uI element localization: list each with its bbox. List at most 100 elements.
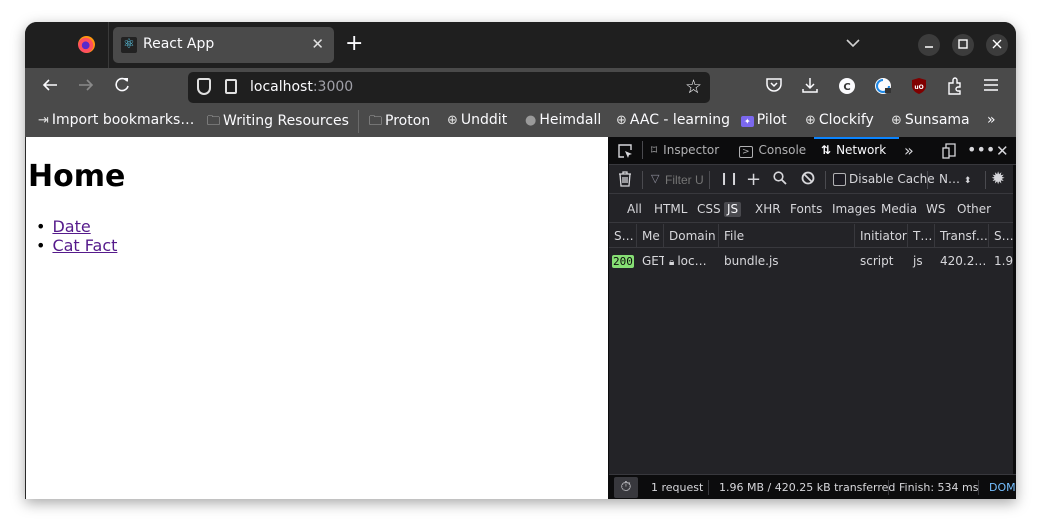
bookmark-clockify[interactable]: ⊕ Clockify <box>805 112 874 128</box>
reload-button[interactable] <box>113 76 131 100</box>
tracking-protection-shield-icon[interactable] <box>197 78 211 95</box>
clear-trash-icon[interactable] <box>618 171 632 191</box>
list-item: Cat Fact <box>51 236 117 255</box>
active-tab-indicator <box>814 137 899 139</box>
select-arrows-icon: ⬍ <box>963 176 972 186</box>
pause-icon[interactable]: ❙❙ <box>719 171 739 185</box>
filter-css[interactable]: CSS <box>694 202 724 217</box>
url-text[interactable]: localhost:3000 <box>250 79 353 95</box>
filter-urls-input[interactable] <box>665 171 719 189</box>
ublock-icon[interactable]: uO <box>909 77 929 97</box>
column-type[interactable]: T… <box>908 224 935 248</box>
cell-domain: 🔒︎ loc… <box>664 249 719 273</box>
firefox-logo-icon[interactable] <box>78 36 95 53</box>
url-host: localhost <box>250 79 313 95</box>
minimize-button[interactable] <box>918 34 940 56</box>
new-tab-button[interactable]: + <box>345 33 363 55</box>
transfer-size: 1.96 MB / 420.25 kB transferred <box>719 481 896 494</box>
tab-network[interactable]: ⇅ Network <box>821 143 886 157</box>
bookmark-proton[interactable]: 🗀 Proton <box>369 112 430 134</box>
column-domain[interactable]: Domain <box>664 224 719 248</box>
footer-separator <box>708 480 709 495</box>
cell-method: GET <box>642 254 664 268</box>
page-info-icon[interactable] <box>225 79 237 94</box>
page-content: Home Date Cat Fact <box>25 137 608 499</box>
more-bookmarks-chevron-icon[interactable]: » <box>987 112 996 128</box>
cell-file: bundle.js <box>724 254 779 268</box>
console-icon: > <box>739 146 753 158</box>
table-row[interactable]: 200 GET 🔒︎ loc… bundle.js script js 420.2… <box>609 249 1016 273</box>
bookmark-pilot[interactable]: ✦ Pilot <box>741 112 787 128</box>
column-transferred[interactable]: Transf… <box>935 224 989 248</box>
url-port: :3000 <box>312 79 354 95</box>
bookmark-star-icon[interactable]: ☆ <box>685 76 702 98</box>
navigation-toolbar: localhost:3000 ☆ C uO <box>25 68 1016 106</box>
url-bar[interactable]: localhost:3000 ☆ <box>188 72 710 103</box>
toolbar-separator <box>825 171 826 189</box>
maximize-button[interactable] <box>952 34 974 56</box>
extensions-puzzle-icon[interactable] <box>945 77 965 97</box>
filter-js[interactable]: JS <box>724 202 742 217</box>
filter-other[interactable]: Other <box>954 202 994 217</box>
download-icon[interactable] <box>800 77 820 97</box>
settings-gear-icon[interactable]: ✹ <box>991 169 1005 189</box>
list-item: Date <box>51 217 117 236</box>
more-options-icon[interactable]: ••• <box>967 140 995 159</box>
add-request-plus-icon[interactable]: + <box>746 169 761 190</box>
finish-time: Finish: 534 ms <box>899 481 979 494</box>
bookmark-unddit[interactable]: ⊕ Unddit <box>447 112 507 128</box>
close-devtools-icon[interactable]: ✕ <box>996 142 1009 160</box>
network-icon: ⇅ <box>821 143 832 157</box>
link-date[interactable]: Date <box>52 217 90 236</box>
close-window-button[interactable] <box>986 34 1008 56</box>
performance-stopwatch-icon[interactable]: ⏱ <box>614 477 638 498</box>
column-status[interactable]: S… <box>609 224 637 248</box>
filter-media[interactable]: Media <box>878 202 920 217</box>
filter-html[interactable]: HTML <box>651 202 690 217</box>
forward-button[interactable] <box>77 76 95 100</box>
filter-images[interactable]: Images <box>829 202 879 217</box>
tab-react-app[interactable]: ⚛ React App ✕ <box>113 27 334 63</box>
heimdall-icon: ● <box>525 113 537 128</box>
close-tab-icon[interactable]: ✕ <box>311 35 324 53</box>
c-extension-icon[interactable]: C <box>837 77 857 97</box>
tab-inspector[interactable]: ⌑ Inspector <box>651 143 719 157</box>
lock-extension-icon[interactable] <box>873 77 893 97</box>
filter-all[interactable]: All <box>624 202 645 217</box>
column-size[interactable]: S… <box>989 224 1016 248</box>
filter-xhr[interactable]: XHR <box>752 202 784 217</box>
bookmark-import[interactable]: ⇥ Import bookmarks… <box>38 112 194 128</box>
bookmark-label: Sunsama <box>904 112 970 128</box>
more-tabs-chevron-icon[interactable]: » <box>904 141 914 160</box>
element-picker-icon[interactable] <box>617 143 633 163</box>
menu-icon[interactable] <box>981 77 1001 97</box>
disable-cache-checkbox[interactable] <box>833 173 846 186</box>
bookmark-sunsama[interactable]: ⊕ Sunsama <box>891 112 970 128</box>
bookmark-label: Import bookmarks… <box>51 112 195 128</box>
bookmark-aac-learning[interactable]: ⊕ AAC - learning <box>616 112 730 128</box>
column-method[interactable]: Me <box>637 224 664 248</box>
link-cat-fact[interactable]: Cat Fact <box>52 236 117 255</box>
bookmark-writing-resources[interactable]: 🗀 Writing Resources <box>207 112 349 134</box>
pocket-icon[interactable] <box>764 77 784 97</box>
import-icon: ⇥ <box>38 113 49 128</box>
react-icon: ⚛ <box>121 37 137 53</box>
globe-icon: ⊕ <box>616 113 627 128</box>
block-url-icon[interactable] <box>801 171 815 189</box>
search-icon[interactable] <box>773 171 787 189</box>
list-all-tabs-chevron-icon[interactable] <box>846 36 860 52</box>
column-file[interactable]: File <box>719 224 855 248</box>
cell-type: js <box>913 254 923 268</box>
bookmark-heimdall[interactable]: ● Heimdall <box>525 112 601 128</box>
bookmarks-separator <box>358 110 359 133</box>
back-button[interactable] <box>41 76 59 100</box>
tab-console[interactable]: > Console <box>739 143 807 158</box>
column-initiator[interactable]: Initiator <box>855 224 908 248</box>
tab-label: Console <box>758 143 807 157</box>
svg-text:uO: uO <box>914 84 923 91</box>
filter-ws[interactable]: WS <box>923 202 948 217</box>
filter-fonts[interactable]: Fonts <box>787 202 825 217</box>
responsive-design-icon[interactable] <box>942 143 956 163</box>
throttling-select[interactable]: N… ⬍ <box>939 172 971 186</box>
toolbar-separator <box>642 171 643 189</box>
